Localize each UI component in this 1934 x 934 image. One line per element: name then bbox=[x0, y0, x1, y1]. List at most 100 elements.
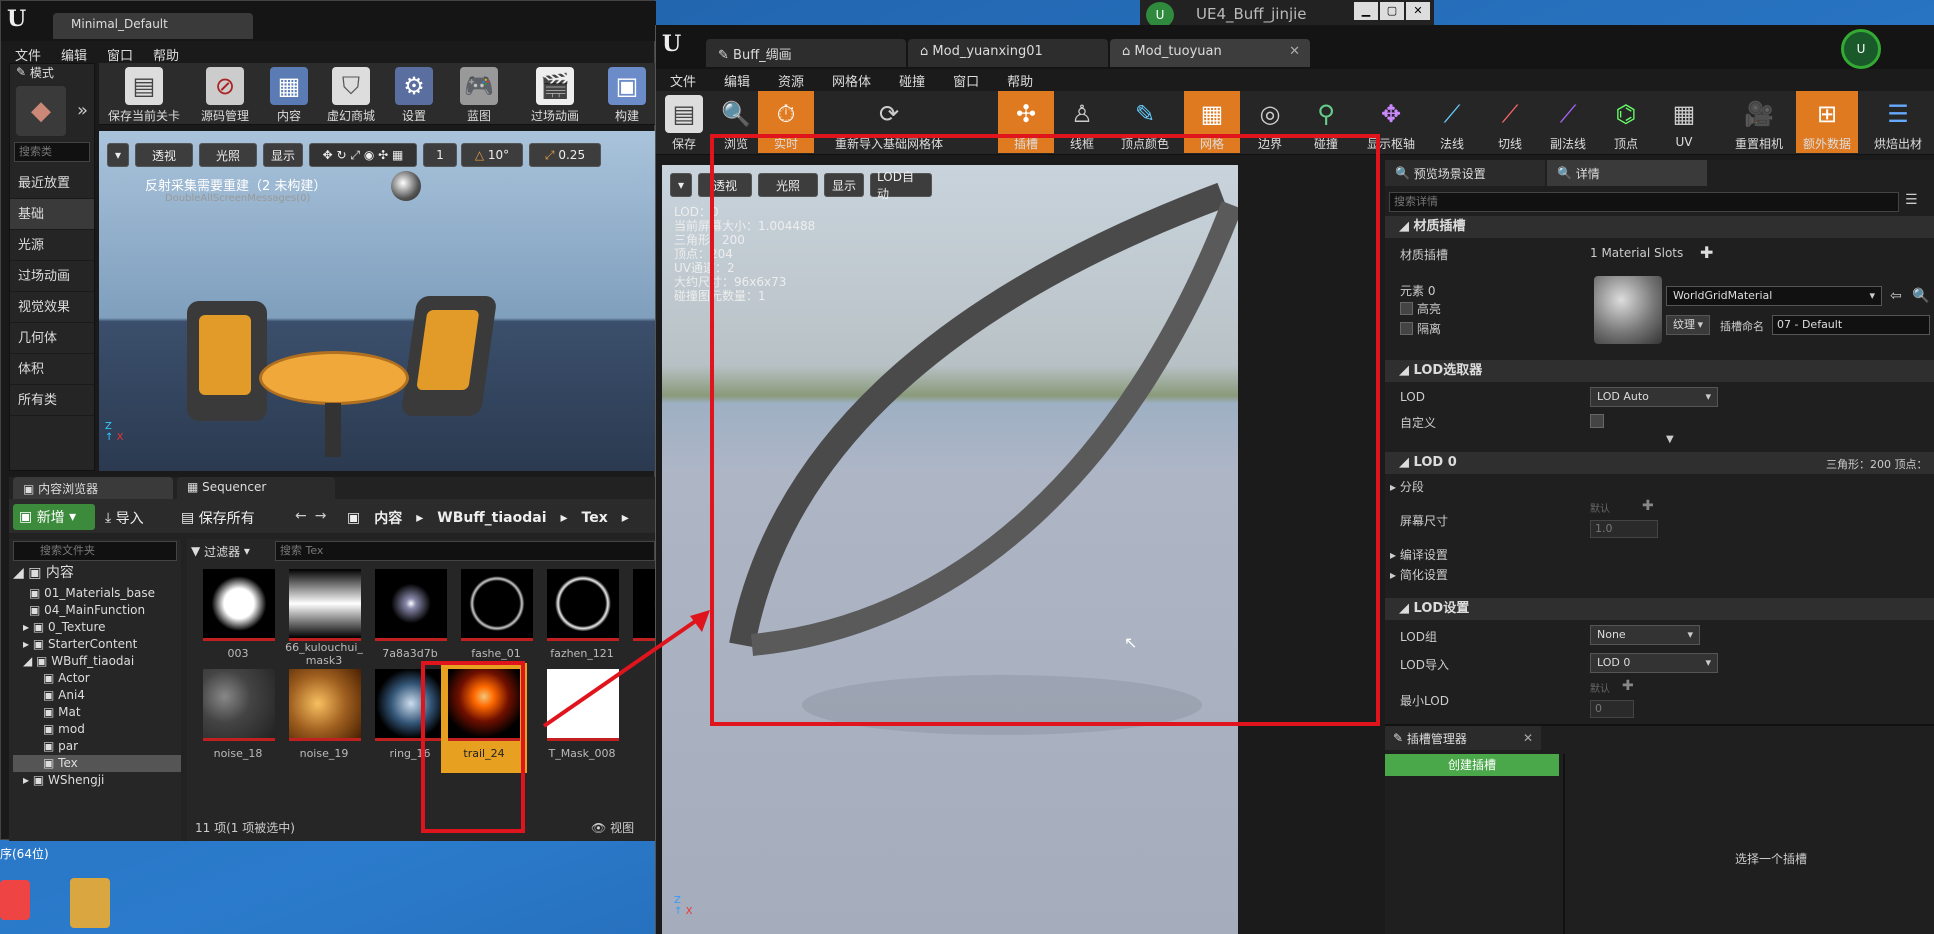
menu-help[interactable]: 帮助 bbox=[1007, 71, 1033, 90]
normals-button[interactable]: ⟋ 法线 bbox=[1424, 95, 1480, 152]
isolate-checkbox[interactable]: 隔离 bbox=[1400, 320, 1441, 337]
asset-thumb-7a8a[interactable] bbox=[375, 569, 447, 641]
add-new-button[interactable]: ▣ 新增 ▾ bbox=[13, 504, 95, 530]
side-item-visual[interactable]: 视觉效果 bbox=[10, 292, 94, 323]
slot-name-input[interactable]: 07 - Default bbox=[1772, 315, 1930, 335]
scale-snap-button[interactable]: ⤢ 0.25 bbox=[529, 143, 601, 167]
create-socket-button[interactable]: 创建插槽 bbox=[1385, 754, 1559, 776]
checkbox[interactable] bbox=[1400, 322, 1413, 335]
section-material-slots[interactable]: ◢ 材质插槽 bbox=[1385, 216, 1934, 238]
maximize-icon[interactable]: ▢ bbox=[1380, 2, 1404, 20]
side-item-basic[interactable]: 基础 bbox=[10, 199, 94, 230]
lod-group-select[interactable]: None bbox=[1590, 625, 1700, 645]
tab-level[interactable]: Minimal_Default bbox=[53, 13, 253, 39]
side-item-volumes[interactable]: 体积 bbox=[10, 354, 94, 385]
tree-item[interactable]: ▣ 01_Materials_base bbox=[13, 585, 181, 602]
menu-asset[interactable]: 资源 bbox=[778, 71, 804, 90]
tree-item[interactable]: ▣ Ani4 bbox=[13, 687, 181, 704]
tab-mod-tuoyuan[interactable]: ⌂ Mod_tuoyuan ✕ bbox=[1110, 39, 1310, 67]
side-item-geometry[interactable]: 几何体 bbox=[10, 323, 94, 354]
tree-item[interactable]: ◢ ▣ WBuff_tiaodai bbox=[13, 653, 181, 670]
perspective-button[interactable]: 透视 bbox=[135, 143, 193, 167]
breadcrumb-wbuff[interactable]: WBuff_tiaodai bbox=[437, 510, 546, 526]
tree-item-selected[interactable]: ▣ Tex bbox=[13, 755, 181, 772]
grid-snap-value[interactable]: 1 bbox=[423, 143, 457, 167]
side-item-recent[interactable]: 最近放置 bbox=[10, 168, 94, 199]
breadcrumb-content[interactable]: 内容 bbox=[374, 508, 402, 528]
save-button[interactable]: ▤ 保存 bbox=[656, 95, 712, 152]
asset-thumb-noise19[interactable] bbox=[289, 669, 361, 741]
class-search-input[interactable]: 搜索类 bbox=[14, 142, 90, 162]
angle-snap-button[interactable]: △ 10° bbox=[461, 143, 523, 167]
viewport-menu-button[interactable]: ▾ bbox=[670, 173, 692, 197]
menu-edit[interactable]: 编辑 bbox=[61, 45, 87, 64]
tab-buff[interactable]: ✎ Buff_绸画 bbox=[706, 39, 906, 67]
build-settings-row[interactable]: ▸ 编译设置 bbox=[1390, 546, 1448, 563]
tab-socket-manager[interactable]: ✎ 插槽管理器 ✕ bbox=[1385, 726, 1541, 750]
import-button[interactable]: ⤓ 导入 bbox=[105, 508, 144, 528]
cinematics-button[interactable]: 🎬 过场动画 bbox=[519, 67, 591, 124]
filter-button[interactable]: ▼ 过滤器 ▾ bbox=[191, 541, 250, 561]
show-button[interactable]: 显示 bbox=[263, 143, 303, 167]
menu-help[interactable]: 帮助 bbox=[153, 45, 179, 64]
menu-edit[interactable]: 编辑 bbox=[724, 71, 750, 90]
asset-search-input[interactable]: 搜索 Tex bbox=[275, 541, 655, 561]
settings-button[interactable]: ⚙ 设置 bbox=[383, 67, 445, 124]
breadcrumb-tex[interactable]: Tex bbox=[582, 510, 608, 526]
lod-select[interactable]: LOD Auto bbox=[1590, 387, 1718, 407]
close-tab-icon[interactable]: ✕ bbox=[1289, 44, 1300, 59]
tangents-button[interactable]: ⟋ 切线 bbox=[1482, 95, 1538, 152]
menu-file[interactable]: 文件 bbox=[15, 45, 41, 64]
custom-checkbox[interactable] bbox=[1590, 414, 1604, 428]
texture-button[interactable]: 纹理 bbox=[1666, 315, 1710, 335]
close-tab-icon[interactable]: ✕ bbox=[1523, 731, 1533, 745]
minimize-icon[interactable]: ▁ bbox=[1354, 2, 1378, 20]
tab-content-browser[interactable]: ▣ 内容浏览器 bbox=[13, 477, 173, 499]
side-item-cinematic[interactable]: 过场动画 bbox=[10, 261, 94, 292]
tree-item[interactable]: ◢ ▣ 内容 bbox=[13, 565, 181, 585]
folder-search-input[interactable]: 搜索文件夹 bbox=[13, 541, 177, 561]
asset-thumb-fashe[interactable] bbox=[461, 569, 533, 641]
use-selected-arrow-icon[interactable]: ⇦ bbox=[1890, 288, 1902, 304]
source-control-button[interactable]: ⊘ 源码管理 bbox=[185, 67, 265, 124]
tab-preview-settings[interactable]: 🔍 预览场景设置 bbox=[1385, 160, 1545, 186]
tree-item[interactable]: ▣ Actor bbox=[13, 670, 181, 687]
sections-row[interactable]: ▸ 分段 bbox=[1390, 478, 1424, 495]
side-item-all[interactable]: 所有类 bbox=[10, 385, 94, 416]
level-viewport[interactable]: ▾ 透视 光照 显示 ✥ ↻ ⤢ ◉ ✣ ▦ 1 △ 10° ⤢ 0.25 反射… bbox=[99, 131, 656, 471]
tree-item[interactable]: ▸ ▣ WShengji bbox=[13, 772, 181, 789]
place-mode-icon[interactable]: ◆ bbox=[16, 86, 66, 136]
tree-item[interactable]: ▸ ▣ 0_Texture bbox=[13, 619, 181, 636]
add-element-icon[interactable]: ✚ bbox=[1642, 498, 1654, 514]
material-thumbnail[interactable] bbox=[1594, 276, 1662, 344]
material-select[interactable]: WorldGridMaterial bbox=[1666, 286, 1882, 306]
uv-button[interactable]: ▦ UV bbox=[1656, 95, 1712, 149]
lit-button[interactable]: 光照 bbox=[199, 143, 257, 167]
add-slot-icon[interactable]: ✚ bbox=[1700, 243, 1713, 262]
additional-data-button[interactable]: ⊞ 额外数据 bbox=[1796, 91, 1858, 153]
tab-details[interactable]: 🔍 详情 bbox=[1547, 160, 1707, 186]
asset-thumb-003[interactable] bbox=[203, 569, 275, 641]
menu-window[interactable]: 窗口 bbox=[107, 45, 133, 64]
view-options-icon[interactable]: ☰ bbox=[1905, 192, 1918, 208]
menu-window[interactable]: 窗口 bbox=[953, 71, 979, 90]
checkbox[interactable] bbox=[1400, 302, 1413, 315]
transform-tools[interactable]: ✥ ↻ ⤢ ◉ ✣ ▦ bbox=[309, 143, 417, 167]
bake-material-button[interactable]: ☰ 烘焙出材 bbox=[1862, 95, 1934, 152]
tab-sequencer[interactable]: ▦ Sequencer bbox=[177, 477, 335, 499]
browse-icon[interactable]: 🔍 bbox=[1912, 288, 1929, 304]
tree-item[interactable]: ▣ Mat bbox=[13, 704, 181, 721]
tree-item[interactable]: ▸ ▣ StarterContent bbox=[13, 636, 181, 653]
reset-camera-button[interactable]: 🎥 重置相机 bbox=[1726, 95, 1792, 152]
tree-item[interactable]: ▣ 04_MainFunction bbox=[13, 602, 181, 619]
tree-item[interactable]: ▣ mod bbox=[13, 721, 181, 738]
marketplace-button[interactable]: ⛉ 虚幻商城 bbox=[315, 67, 387, 124]
close-icon[interactable]: ✕ bbox=[1406, 2, 1430, 20]
reduction-settings-row[interactable]: ▸ 简化设置 bbox=[1390, 566, 1448, 583]
forward-icon[interactable]: → bbox=[315, 508, 327, 524]
binormals-button[interactable]: ⟋ 副法线 bbox=[1540, 95, 1596, 152]
viewport-menu-button[interactable]: ▾ bbox=[107, 143, 129, 167]
side-item-lights[interactable]: 光源 bbox=[10, 230, 94, 261]
more-modes-icon[interactable]: » bbox=[77, 100, 88, 121]
back-icon[interactable]: ← bbox=[295, 508, 307, 524]
